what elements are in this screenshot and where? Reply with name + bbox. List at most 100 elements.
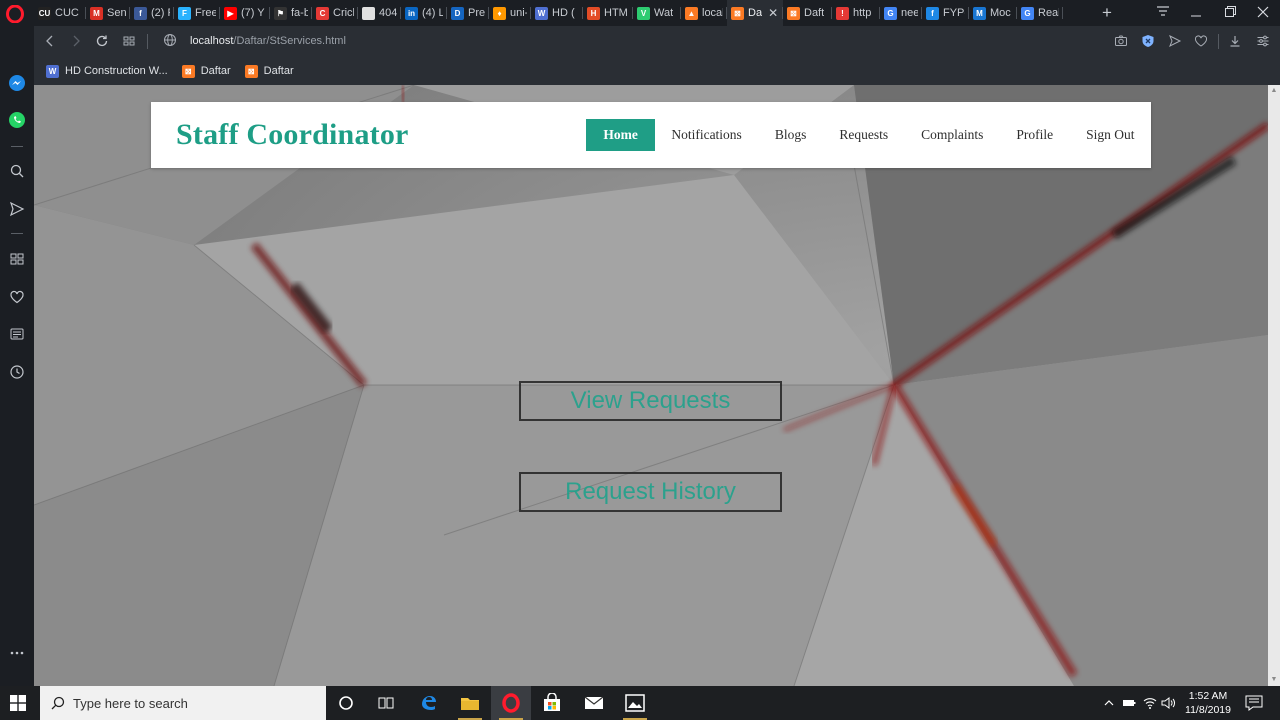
browser-tab[interactable]: ♦ uni- xyxy=(489,0,531,26)
whatsapp-icon[interactable] xyxy=(8,111,26,129)
edge-icon[interactable] xyxy=(409,686,449,720)
tab-close-icon[interactable]: ✕ xyxy=(768,6,778,20)
notification-center-icon[interactable] xyxy=(1245,695,1263,711)
google-icon: G xyxy=(884,6,897,20)
xampp-icon: ⊠ xyxy=(244,64,258,78)
bookmarks-bar: W HD Construction W... ⊠ Daftar ⊠ Daftar xyxy=(34,57,1280,85)
request-history-button[interactable]: Request History xyxy=(519,472,782,512)
messenger-icon[interactable] xyxy=(8,74,26,92)
bookmark-label: Daftar xyxy=(263,65,294,77)
view-requests-button[interactable]: View Requests xyxy=(519,381,782,421)
moqups-icon: M xyxy=(973,6,986,20)
opera-taskbar-icon[interactable] xyxy=(491,686,531,720)
tab-title: Wat xyxy=(654,7,674,19)
nav-link-sign-out[interactable]: Sign Out xyxy=(1070,119,1151,151)
document-icon xyxy=(362,6,375,20)
browser-tab[interactable]: H HTM xyxy=(583,0,633,26)
wifi-icon[interactable] xyxy=(1143,696,1157,710)
reload-button[interactable] xyxy=(94,33,110,49)
bookmark-item[interactable]: W HD Construction W... xyxy=(46,64,168,78)
wattpad-icon: V xyxy=(637,6,650,20)
page-scrollbar[interactable]: ▲ ▼ xyxy=(1268,85,1280,686)
bookmark-heart-icon[interactable] xyxy=(1194,34,1208,48)
browser-tab[interactable]: G Real xyxy=(1017,0,1063,26)
bookmark-item[interactable]: ⊠ Daftar xyxy=(244,64,294,78)
browser-tab[interactable]: F Free xyxy=(174,0,220,26)
scroll-up-arrow-icon[interactable]: ▲ xyxy=(1270,87,1278,95)
site-brand-title[interactable]: Staff Coordinator xyxy=(176,118,409,152)
tab-title: local xyxy=(702,7,723,19)
browser-tab[interactable]: CU CUC xyxy=(34,0,86,26)
tab-title: http xyxy=(853,7,872,19)
browser-tab[interactable]: C Crick xyxy=(312,0,358,26)
browser-tab[interactable]: Gneec xyxy=(880,0,922,26)
search-icon[interactable] xyxy=(8,162,26,180)
bookmark-item[interactable]: ⊠ Daftar xyxy=(181,64,231,78)
browser-tab[interactable]: M Sent xyxy=(86,0,130,26)
windows-start-icon[interactable] xyxy=(10,695,26,711)
browser-tab[interactable]: 404 xyxy=(358,0,401,26)
nav-link-requests[interactable]: Requests xyxy=(823,119,905,151)
browser-tab[interactable]: ⊠ Da ✕ xyxy=(727,0,783,26)
speed-dial-icon[interactable] xyxy=(8,250,26,268)
browser-tab[interactable]: f (2) F xyxy=(130,0,174,26)
nav-link-profile[interactable]: Profile xyxy=(1000,119,1070,151)
browser-tab[interactable]: ⊠ Daft xyxy=(783,0,832,26)
browser-tab[interactable]: ▶ (7) Y xyxy=(220,0,270,26)
url-field[interactable]: localhost/Daftar/StServices.html xyxy=(190,35,346,47)
scroll-down-arrow-icon[interactable]: ▼ xyxy=(1270,676,1278,684)
restore-button[interactable] xyxy=(1223,3,1237,21)
store-icon[interactable] xyxy=(532,686,572,720)
flow-send-icon[interactable] xyxy=(8,200,26,218)
browser-tab[interactable]: M Moc xyxy=(969,0,1017,26)
task-view-icon[interactable] xyxy=(366,686,406,720)
volume-icon[interactable] xyxy=(1161,696,1177,710)
snapshot-camera-icon[interactable] xyxy=(1114,34,1128,48)
forward-button[interactable] xyxy=(68,33,84,49)
battery-icon[interactable] xyxy=(1122,697,1136,709)
history-clock-icon[interactable] xyxy=(8,363,26,381)
minimize-button[interactable] xyxy=(1189,3,1203,21)
cortana-icon[interactable] xyxy=(326,686,366,720)
nav-link-home[interactable]: Home xyxy=(586,119,655,151)
tab-grid-icon[interactable] xyxy=(121,33,137,49)
browser-tab[interactable]: D Prep xyxy=(447,0,489,26)
mail-icon[interactable] xyxy=(574,686,614,720)
taskbar-search-box[interactable]: Type here to search xyxy=(40,686,326,720)
download-icon[interactable] xyxy=(1228,34,1242,48)
news-icon[interactable] xyxy=(8,325,26,343)
bookmark-label: Daftar xyxy=(200,65,231,77)
url-path: /Daftar/StServices.html xyxy=(233,35,346,47)
browser-tab[interactable]: W HD ( xyxy=(531,0,583,26)
nav-link-blogs[interactable]: Blogs xyxy=(758,119,823,151)
photos-icon[interactable] xyxy=(615,686,655,720)
site-nav: Home Notifications Blogs Requests Complaints… xyxy=(586,119,1151,151)
file-explorer-icon[interactable] xyxy=(450,686,490,720)
opera-menu-icon[interactable] xyxy=(6,5,24,23)
nav-link-notifications[interactable]: Notifications xyxy=(655,119,759,151)
browser-tab[interactable]: V Wat xyxy=(633,0,681,26)
tab-title: CUC xyxy=(55,7,79,19)
opera-sidebar xyxy=(0,26,34,686)
browser-tab[interactable]: ! http xyxy=(832,0,880,26)
send-flow-icon[interactable] xyxy=(1168,34,1182,48)
tray-chevron-up-icon[interactable] xyxy=(1103,697,1115,709)
linkedin-icon: in xyxy=(405,6,418,20)
more-dots-icon[interactable] xyxy=(8,644,26,662)
back-button[interactable] xyxy=(42,33,58,49)
heart-icon[interactable] xyxy=(8,288,26,306)
easy-setup-icon[interactable] xyxy=(1256,34,1270,48)
browser-tab[interactable]: in (4) L xyxy=(401,0,447,26)
tab-list: CUCUCMSentf(2) FFFree▶(7) Y⚑fa-bCCrick40… xyxy=(34,0,1063,26)
browser-tab[interactable]: ⚑ fa-b xyxy=(270,0,312,26)
html-icon: H xyxy=(587,6,600,20)
taskbar-clock[interactable]: 1:52 AM 11/8/2019 xyxy=(1182,689,1234,717)
tab-title: (4) L xyxy=(422,7,443,19)
close-window-button[interactable] xyxy=(1256,3,1270,21)
adblock-shield-icon[interactable] xyxy=(1141,34,1155,48)
browser-tab[interactable]: f FYP- xyxy=(922,0,969,26)
tab-menu-icon[interactable] xyxy=(1156,4,1170,18)
new-tab-button[interactable]: + xyxy=(1102,3,1112,23)
nav-link-complaints[interactable]: Complaints xyxy=(905,119,1000,151)
browser-tab[interactable]: ▲ local xyxy=(681,0,727,26)
